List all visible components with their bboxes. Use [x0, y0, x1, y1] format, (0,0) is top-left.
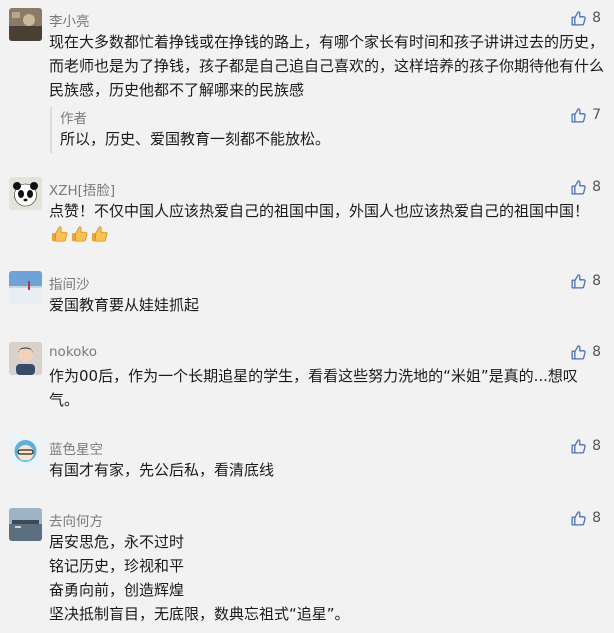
- reply-like-button[interactable]: 7: [570, 107, 601, 124]
- thumbs-up-emoji-icon: [71, 226, 88, 242]
- comment-author[interactable]: 去向何方: [49, 510, 103, 530]
- comment-item: 李小亮 8 现在大多数都忙着挣钱或在挣钱的路上，有哪个家长有时间和孩子讲讲过去的…: [0, 8, 614, 158]
- comment-item: 蓝色星空 8 有国才有家，先公后私，看清底线: [0, 436, 614, 481]
- reply-author: 作者: [60, 111, 87, 127]
- avatar[interactable]: [9, 271, 42, 304]
- comment-item: 指间沙 8 爱国教育要从娃娃抓起: [0, 271, 614, 316]
- comment-author[interactable]: XZH[捂脸]: [49, 179, 115, 199]
- comment-item: nokoko 8 作为00后，作为一个长期追星的学生，看看这些努力洗地的“米姐”…: [0, 342, 614, 412]
- avatar[interactable]: [9, 8, 42, 41]
- thumbs-up-icon: [571, 274, 586, 289]
- avatar[interactable]: [9, 177, 42, 210]
- like-count: 8: [592, 510, 601, 526]
- comment-text: 有国才有家，先公后私，看清底线: [49, 461, 275, 479]
- comment-line: 居安思危，永不过时: [49, 533, 185, 551]
- comment-line: 奋勇向前，创造辉煌: [49, 581, 185, 599]
- comment-item: 去向何方 8 居安思危，永不过时 铭记历史，珍视和平 奋勇向前，创造辉煌 坚决抵…: [0, 508, 614, 628]
- reply-text: 所以，历史、爱国教育一刻都不能放松。: [60, 130, 331, 148]
- like-button[interactable]: 8: [570, 438, 601, 455]
- thumbs-up-icon: [571, 439, 586, 454]
- like-count: 8: [592, 438, 601, 454]
- like-button[interactable]: 8: [570, 510, 601, 527]
- like-count: 8: [592, 179, 601, 195]
- comment-text: 居安思危，永不过时 铭记历史，珍视和平 奋勇向前，创造辉煌 坚决抵制盲目，无底限…: [49, 530, 604, 626]
- like-button[interactable]: 8: [570, 344, 601, 361]
- comment-author[interactable]: 蓝色星空: [49, 438, 103, 458]
- thumbs-up-emoji-icon: [91, 226, 108, 242]
- emoji-row: [51, 225, 109, 243]
- comment-text: 点赞！不仅中国人应该热爱自己的祖国中国，外国人也应该热爱自己的祖国中国！: [49, 199, 604, 247]
- like-button[interactable]: 8: [570, 273, 601, 290]
- comment-line: 坚决抵制盲目，无底限，数典忘祖式“追星”。: [49, 605, 350, 623]
- thumbs-up-icon: [571, 108, 586, 123]
- comment-text-content: 点赞！不仅中国人应该热爱自己的祖国中国，外国人也应该热爱自己的祖国中国！: [49, 202, 590, 220]
- avatar[interactable]: [9, 508, 42, 541]
- thumbs-up-icon: [571, 511, 586, 526]
- like-count: 8: [592, 273, 601, 289]
- thumbs-up-icon: [571, 345, 586, 360]
- comment-item: XZH[捂脸] 8 点赞！不仅中国人应该热爱自己的祖国中国，外国人也应该热爱自己…: [0, 177, 614, 247]
- like-button[interactable]: 8: [570, 10, 601, 27]
- comment-line: 铭记历史，珍视和平: [49, 557, 185, 575]
- thumbs-up-icon: [571, 11, 586, 26]
- author-reply: 作者 所以，历史、爱国教育一刻都不能放松。: [50, 107, 552, 153]
- comment-text: 现在大多数都忙着挣钱或在挣钱的路上，有哪个家长有时间和孩子讲讲过去的历史，而老师…: [49, 33, 605, 99]
- comment-author[interactable]: 李小亮: [49, 10, 90, 30]
- comment-text: 作为00后，作为一个长期追星的学生，看看这些努力洗地的“米姐”是真的...想叹气…: [49, 367, 578, 409]
- like-count: 7: [592, 107, 601, 123]
- avatar[interactable]: [9, 436, 42, 469]
- thumbs-up-icon: [571, 180, 586, 195]
- comment-author[interactable]: 指间沙: [49, 273, 90, 293]
- avatar[interactable]: [9, 342, 42, 375]
- comment-author[interactable]: nokoko: [49, 344, 97, 360]
- like-count: 8: [592, 344, 601, 360]
- like-button[interactable]: 8: [570, 179, 601, 196]
- thumbs-up-emoji-icon: [51, 226, 68, 242]
- like-count: 8: [592, 10, 601, 26]
- comment-text: 爱国教育要从娃娃抓起: [49, 296, 200, 314]
